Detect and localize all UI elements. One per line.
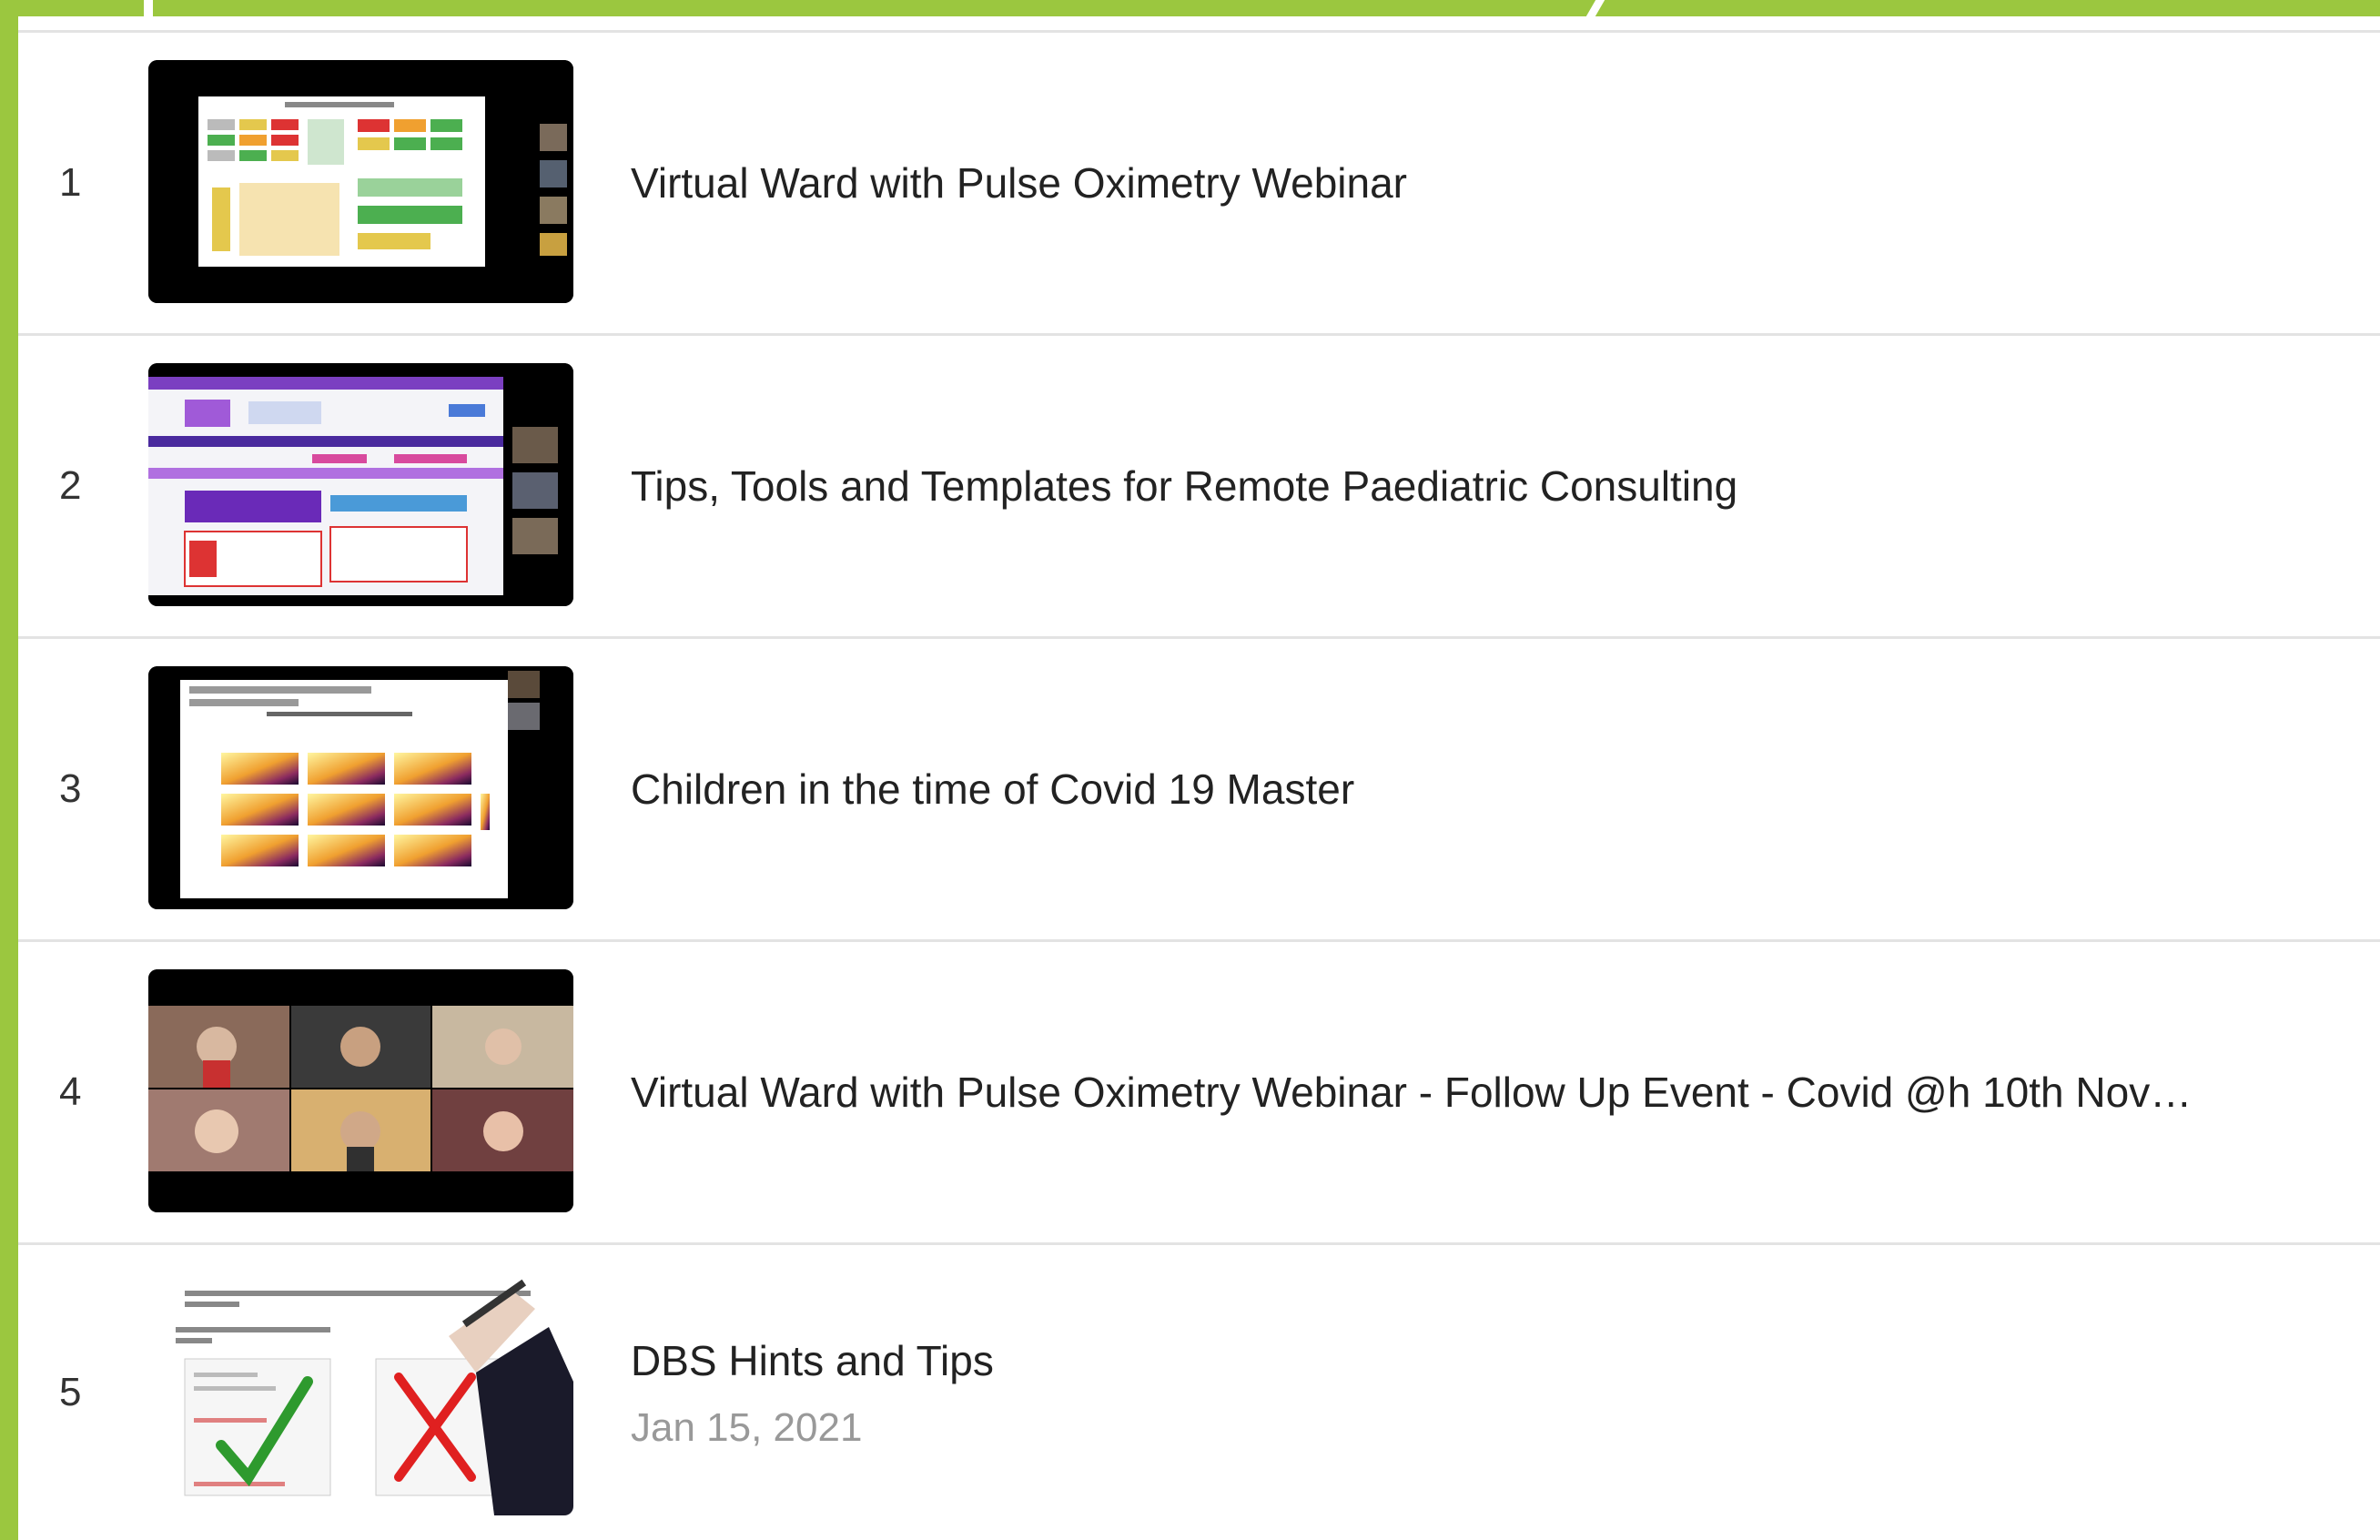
video-title[interactable]: Tips, Tools and Templates for Remote Pae…: [631, 336, 2344, 636]
video-thumbnail[interactable]: [148, 60, 573, 303]
video-title[interactable]: DBS Hints and Tips: [631, 1337, 994, 1384]
video-thumbnail[interactable]: [148, 666, 573, 909]
video-title[interactable]: Children in the time of Covid 19 Master: [631, 639, 2344, 939]
video-title[interactable]: Virtual Ward with Pulse Oximetry Webinar…: [631, 942, 2344, 1242]
video-thumbnail[interactable]: [148, 1272, 573, 1515]
item-index: 3: [59, 766, 82, 811]
video-thumbnail[interactable]: [148, 363, 573, 606]
item-index: 1: [59, 160, 82, 205]
video-thumbnail[interactable]: [148, 969, 573, 1212]
playlist-item[interactable]: 5 DBS Hints and Tips Jan 15, 2021: [18, 1242, 2380, 1540]
website-screenshot-icon: [148, 363, 573, 606]
playlist-item[interactable]: 1 Virtual Ward with Pulse Oximetry Webin…: [18, 30, 2380, 333]
video-date: Jan 15, 2021: [631, 1405, 863, 1450]
playlist-item[interactable]: 2 Tips, Tools and Templates for Remote P…: [18, 333, 2380, 636]
playlist-item[interactable]: 4 Virtual Ward with Pulse Oximetry Webin…: [18, 939, 2380, 1242]
playlist-panel: 1 Virtual Ward with Pulse Oximetry Webin…: [18, 16, 2380, 1540]
top-bar-notch: [144, 0, 153, 16]
item-index: 2: [59, 463, 82, 508]
video-call-grid-icon: [148, 969, 573, 1212]
item-index: 4: [59, 1069, 82, 1114]
top-accent-bar: [0, 0, 2380, 16]
playlist-item[interactable]: 3 Children in the time of Covid 19 Maste…: [18, 636, 2380, 939]
item-index: 5: [59, 1370, 82, 1414]
heatmap-slide-icon: [148, 666, 573, 909]
hand-drawn-checkmark-and-cross-icon: [148, 1272, 573, 1515]
video-title-block[interactable]: DBS Hints and Tips Jan 15, 2021: [631, 1336, 994, 1451]
slide-with-colored-boxes-icon: [148, 60, 573, 303]
video-title[interactable]: Virtual Ward with Pulse Oximetry Webinar: [631, 33, 2344, 333]
